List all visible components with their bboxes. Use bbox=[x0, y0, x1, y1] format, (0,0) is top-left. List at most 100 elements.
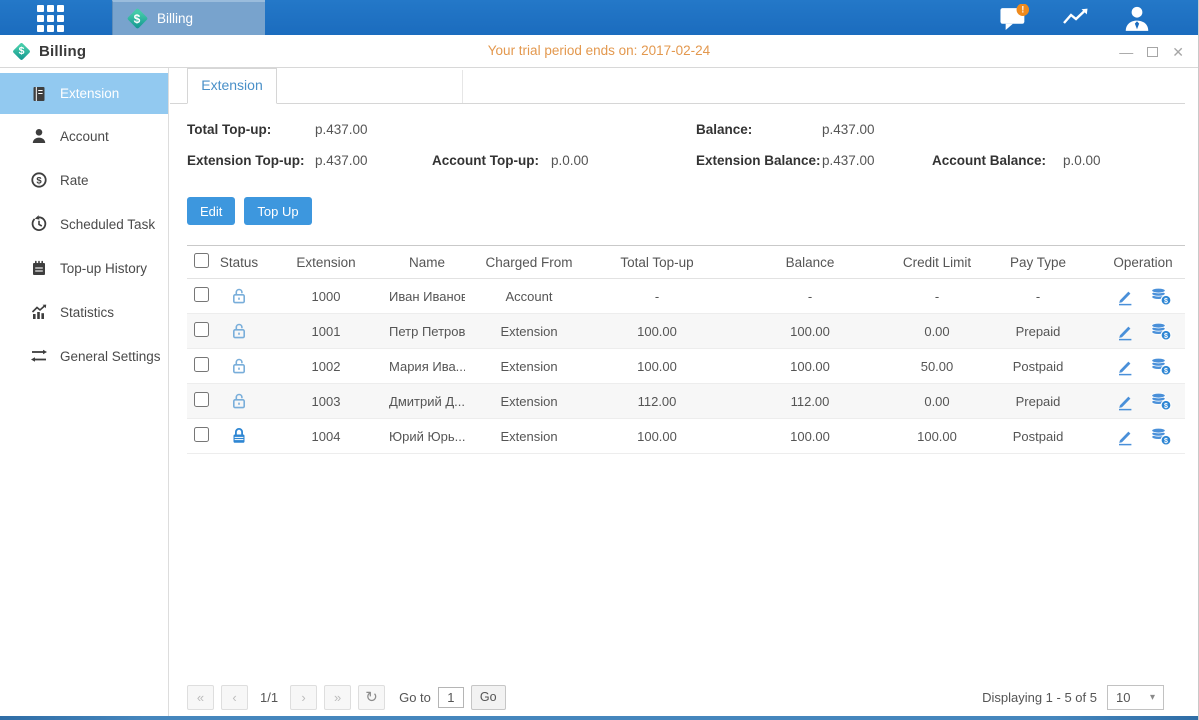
titlebar: $ Billing Your trial period ends on: 201… bbox=[0, 35, 1198, 68]
cell-balance: 100.00 bbox=[721, 349, 899, 384]
col-total-topup: Total Top-up bbox=[593, 246, 721, 279]
window-bottom-border bbox=[0, 716, 1198, 720]
pagination-bar: « ‹ 1/1 › » ↻ Go to Go Displaying 1 - 5 … bbox=[187, 684, 1164, 710]
edit-row-icon[interactable] bbox=[1115, 287, 1135, 306]
sidebar-item-topup-history[interactable]: Top-up History bbox=[0, 246, 168, 290]
cell-charged-from: Account bbox=[465, 279, 593, 314]
topup-row-icon[interactable]: $ bbox=[1150, 426, 1172, 446]
total-topup-value: p.437.00 bbox=[315, 122, 432, 137]
next-page-button[interactable]: › bbox=[290, 685, 317, 710]
table-row: 1002 Мария Ива... Extension 100.00 100.0… bbox=[187, 349, 1185, 384]
sidebar-item-rate[interactable]: $ Rate bbox=[0, 158, 168, 202]
prev-page-button[interactable]: ‹ bbox=[221, 685, 248, 710]
refresh-button[interactable]: ↻ bbox=[358, 685, 385, 710]
cell-total-topup: 112.00 bbox=[593, 384, 721, 419]
cell-extension: 1004 bbox=[263, 419, 389, 454]
tab-extension[interactable]: Extension bbox=[187, 68, 277, 104]
taskbar-tab-label: Billing bbox=[157, 11, 193, 26]
taskbar-icons: ! bbox=[999, 0, 1153, 35]
row-checkbox[interactable] bbox=[194, 357, 209, 372]
messages-icon[interactable]: ! bbox=[999, 5, 1031, 31]
topup-row-icon[interactable]: $ bbox=[1150, 391, 1172, 411]
table-row: 1000 Иван Иванов Account - - - - bbox=[187, 279, 1185, 314]
edit-button[interactable]: Edit bbox=[187, 197, 235, 225]
goto-label: Go to bbox=[399, 690, 431, 705]
col-charged-from: Charged From bbox=[465, 246, 593, 279]
edit-row-icon[interactable] bbox=[1115, 357, 1135, 376]
col-balance: Balance bbox=[721, 246, 899, 279]
table-row: 1001 Петр Петров Extension 100.00 100.00… bbox=[187, 314, 1185, 349]
cell-credit-limit: 0.00 bbox=[899, 314, 975, 349]
reports-icon[interactable] bbox=[1060, 5, 1092, 31]
billing-app-icon: $ bbox=[126, 8, 148, 30]
toolbar: Edit Top Up bbox=[187, 197, 1198, 225]
notification-badge: ! bbox=[1021, 5, 1024, 15]
cell-charged-from: Extension bbox=[465, 314, 593, 349]
user-icon[interactable] bbox=[1121, 5, 1153, 31]
topup-history-icon bbox=[30, 259, 48, 277]
row-checkbox[interactable] bbox=[194, 287, 209, 302]
extension-icon bbox=[30, 85, 48, 103]
cell-extension: 1003 bbox=[263, 384, 389, 419]
cell-credit-limit: 0.00 bbox=[899, 384, 975, 419]
taskbar-tab-billing[interactable]: $ Billing bbox=[112, 0, 265, 35]
topup-row-icon[interactable]: $ bbox=[1150, 321, 1172, 341]
close-button[interactable]: ✕ bbox=[1172, 45, 1184, 59]
sidebar-item-label: Scheduled Task bbox=[60, 217, 155, 232]
cell-extension: 1000 bbox=[263, 279, 389, 314]
cell-pay-type: - bbox=[975, 279, 1101, 314]
select-all-checkbox[interactable] bbox=[194, 253, 209, 268]
cell-charged-from: Extension bbox=[465, 384, 593, 419]
svg-text:$: $ bbox=[1164, 403, 1168, 410]
balance-value: p.437.00 bbox=[822, 122, 932, 137]
goto-page-input[interactable] bbox=[438, 687, 464, 708]
table-row: 1003 Дмитрий Д... Extension 112.00 112.0… bbox=[187, 384, 1185, 419]
cell-name: Дмитрий Д... bbox=[389, 384, 465, 419]
cell-balance: - bbox=[721, 279, 899, 314]
sidebar-item-general-settings[interactable]: General Settings bbox=[0, 334, 168, 378]
extension-balance-label: Extension Balance: bbox=[696, 153, 822, 168]
sidebar-item-account[interactable]: Account bbox=[0, 114, 168, 158]
sidebar-item-label: Extension bbox=[60, 86, 119, 101]
trial-notice: Your trial period ends on: 2017-02-24 bbox=[0, 35, 1198, 67]
row-checkbox[interactable] bbox=[194, 322, 209, 337]
edit-row-icon[interactable] bbox=[1115, 392, 1135, 411]
first-page-button[interactable]: « bbox=[187, 685, 214, 710]
cell-name: Мария Ива... bbox=[389, 349, 465, 384]
chevron-down-icon: ▾ bbox=[1150, 692, 1155, 703]
topup-row-icon[interactable]: $ bbox=[1150, 356, 1172, 376]
cell-credit-limit: 100.00 bbox=[899, 419, 975, 454]
last-page-button[interactable]: » bbox=[324, 685, 351, 710]
page-indicator: 1/1 bbox=[260, 690, 278, 705]
row-checkbox[interactable] bbox=[194, 427, 209, 442]
app-grid-icon[interactable] bbox=[37, 5, 64, 32]
tabstrip-divider bbox=[462, 70, 463, 103]
svg-text:$: $ bbox=[1164, 333, 1168, 340]
topup-row-icon[interactable]: $ bbox=[1150, 286, 1172, 306]
cell-charged-from: Extension bbox=[465, 349, 593, 384]
cell-name: Иван Иванов bbox=[389, 279, 465, 314]
topup-button[interactable]: Top Up bbox=[244, 197, 311, 225]
cell-total-topup: - bbox=[593, 279, 721, 314]
row-checkbox[interactable] bbox=[194, 392, 209, 407]
sidebar-item-label: General Settings bbox=[60, 349, 161, 364]
col-pay-type: Pay Type bbox=[975, 246, 1101, 279]
edit-row-icon[interactable] bbox=[1115, 427, 1135, 446]
general-settings-icon bbox=[30, 347, 48, 365]
col-status: Status bbox=[215, 246, 263, 279]
sidebar-item-extension[interactable]: Extension bbox=[0, 73, 168, 114]
page-size-select[interactable]: 10 ▾ bbox=[1107, 685, 1164, 710]
extension-balance-value: p.437.00 bbox=[822, 153, 932, 168]
edit-row-icon[interactable] bbox=[1115, 322, 1135, 341]
cell-charged-from: Extension bbox=[465, 419, 593, 454]
minimize-button[interactable]: — bbox=[1119, 45, 1133, 59]
svg-text:$: $ bbox=[1164, 298, 1168, 305]
page-size-value: 10 bbox=[1116, 690, 1130, 705]
go-button[interactable]: Go bbox=[471, 685, 506, 710]
maximize-button[interactable] bbox=[1147, 47, 1158, 57]
sidebar-item-scheduled-task[interactable]: Scheduled Task bbox=[0, 202, 168, 246]
rate-icon: $ bbox=[30, 171, 48, 189]
cell-total-topup: 100.00 bbox=[593, 349, 721, 384]
sidebar-item-statistics[interactable]: Statistics bbox=[0, 290, 168, 334]
svg-text:$: $ bbox=[1164, 438, 1168, 445]
